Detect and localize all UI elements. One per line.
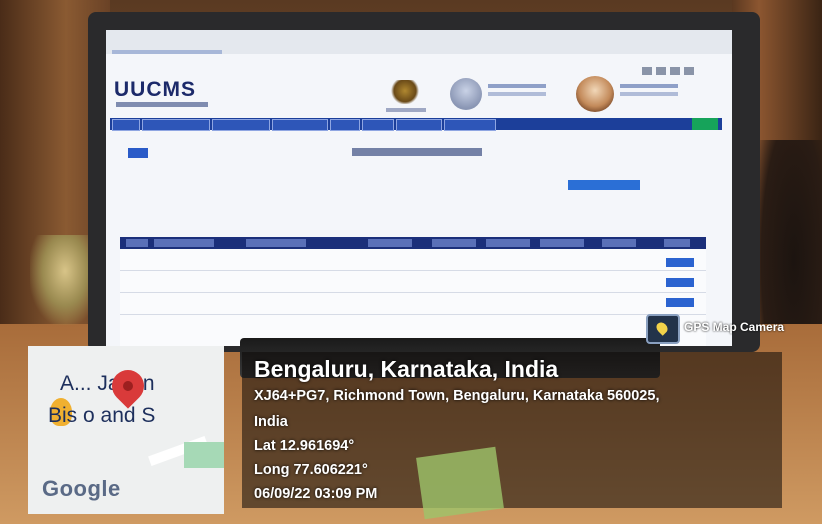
location-title: Bengaluru, Karnataka, India [254,356,559,382]
row-action-button[interactable] [666,258,694,267]
primary-action-button[interactable] [568,180,640,190]
emblem-caption [386,108,426,112]
page-heading [352,148,482,156]
timestamp: 06/09/22 03:09 PM [254,486,378,502]
nav-item-5[interactable] [330,119,360,131]
nav-item-6[interactable] [362,119,394,131]
map-thumbnail: A... Japan Bis o and S Google [28,346,224,514]
table-row [120,270,706,271]
gps-app-label: GPS Map Camera [684,320,785,334]
google-logo: Google [42,476,121,501]
nav-action-button[interactable] [692,118,718,130]
browser-url-bar [112,50,222,54]
logo-subtitle [116,102,208,107]
map-pin-center [123,381,133,391]
latitude-readout: Lat 12.961694° [254,438,355,454]
official-photo-2 [576,76,614,112]
nav-item-2[interactable] [142,119,210,131]
address-country: India [254,414,288,430]
nav-item-8[interactable] [444,119,496,131]
desk-object [416,446,504,520]
table-column-header [664,239,690,247]
table-column-header [154,239,214,247]
map-place-label: Bis o and S [48,404,156,427]
official-photo-1 [450,78,482,110]
nav-item-1[interactable] [112,119,140,131]
table-column-header [246,239,306,247]
nav-item-7[interactable] [396,119,442,131]
uucms-logo: UUCMS [114,78,196,101]
table-body [120,249,706,346]
table-column-header [602,239,636,247]
official-caption-1 [488,84,546,88]
table-column-header [540,239,584,247]
gps-camera-icon [646,314,680,344]
state-emblem-icon [390,80,420,104]
official-caption-2 [620,84,678,88]
table-column-header [368,239,412,247]
row-action-button[interactable] [666,278,694,287]
table-column-header [432,239,476,247]
map-park [184,442,224,468]
nav-item-4[interactable] [272,119,328,131]
row-action-button[interactable] [666,298,694,307]
browser-window-controls [642,62,722,75]
longitude-readout: Long 77.606221° [254,462,368,478]
monitor-screen: UUCMS [106,30,732,346]
table-row [120,314,706,315]
address-line: XJ64+PG7, Richmond Town, Bengaluru, Karn… [254,388,660,404]
table-column-header [126,239,148,247]
table-column-header [486,239,530,247]
table-row [120,292,706,293]
back-button[interactable] [128,148,148,158]
nav-item-3[interactable] [212,119,270,131]
